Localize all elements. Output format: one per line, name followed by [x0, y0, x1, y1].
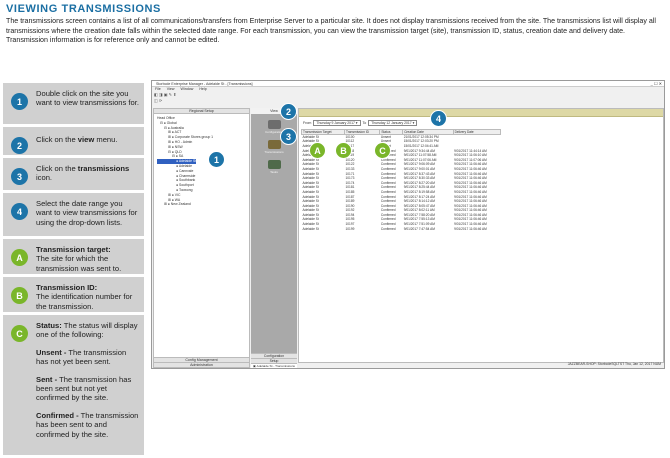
- step-text: Select the date range you want to view t…: [36, 199, 138, 227]
- status-bar: JAZZBEAR-SHOP: StorbcdeSQLTST Thu, Jan 1…: [567, 362, 661, 366]
- column-text: Transmission target: The site for which t…: [36, 245, 122, 273]
- administration-tab[interactable]: Administration: [154, 362, 249, 367]
- transmissions-pane: From Thursday 9 January 2017 ▾ To Thursd…: [298, 108, 664, 363]
- table-cell: 9/01/2017 7:47:54 AM: [403, 226, 435, 231]
- step-1: 1 Double click on the site you want to v…: [3, 83, 144, 124]
- column-badge: C: [11, 325, 28, 342]
- menu-file[interactable]: File: [155, 87, 161, 91]
- step-text: Double click on the site you want to vie…: [36, 89, 139, 108]
- step-badge: 3: [11, 168, 28, 185]
- column-badge: B: [11, 287, 28, 304]
- transmissions-table: Transmission Target Transmission ID Stat…: [300, 129, 502, 231]
- menu-window[interactable]: Window: [181, 87, 194, 91]
- document-tab[interactable]: ▣ Adelaide St - Transmissions: [251, 363, 297, 368]
- nav-label: Transmissions: [264, 150, 284, 154]
- regional-setup-panel: Regional Setup Head Office ⊟ ● Global ⊟ …: [153, 108, 250, 368]
- callout-badge-4: 4: [430, 110, 447, 127]
- step-badge: 4: [11, 203, 28, 220]
- tree-item[interactable]: ⊞ ● New Zealand: [157, 202, 246, 207]
- date-from-label: From: [303, 121, 312, 125]
- step-4: 4 Select the date range you want to view…: [3, 193, 144, 236]
- status-info: C Status: The status will display one of…: [3, 315, 144, 455]
- date-from-select[interactable]: Thursday 9 January 2017 ▾: [313, 120, 361, 126]
- callout-badge-1: 1: [208, 151, 225, 168]
- step-text: Click on the transmissions icon.: [36, 164, 130, 183]
- step-2: 2 Click on the view menu.: [3, 127, 144, 155]
- date-to-label: To: [362, 121, 367, 125]
- pane-header-bar: [299, 109, 663, 117]
- column-info-b: B Transmission ID: The identification num…: [3, 277, 144, 312]
- app-screenshot: Storbcde Enterprise Manager - Adelaide S…: [151, 80, 665, 369]
- window-controls-icon[interactable]: _ ☐ ✕: [651, 81, 662, 86]
- tasks-icon[interactable]: [267, 160, 281, 169]
- instruction-steps: 1 Double click on the site you want to v…: [3, 83, 144, 458]
- table-cell: 10199: [345, 226, 355, 231]
- date-to-select[interactable]: Thursday 12 January 2017 ▾: [368, 120, 418, 126]
- step-text: Click on the view menu.: [36, 135, 118, 144]
- status-text: Status: The status will display one of t…: [36, 321, 139, 439]
- menu-view[interactable]: View: [167, 87, 175, 91]
- nav-label: Tasks: [270, 170, 278, 174]
- table-cell: Confirmed: [380, 226, 396, 231]
- table-row[interactable]: Adelaide St 10199 Confirmed 9/01/2017 7:47:…: [302, 226, 501, 231]
- menu-help[interactable]: Help: [199, 87, 206, 91]
- column-badge: A: [11, 249, 28, 266]
- table-cell: Adelaide St: [302, 226, 319, 231]
- callout-badge-3: 3: [280, 128, 297, 145]
- column-info-a: A Transmission target: The site for which…: [3, 239, 144, 274]
- intro-paragraph: The transmissions screen contains a list…: [6, 17, 656, 45]
- site-tree: Head Office ⊟ ● Global ⊟ ● Australia ⊞ ●…: [154, 114, 249, 209]
- view-nav-column: View Configuration Transmissions Tasks C…: [251, 108, 297, 368]
- configuration-icon[interactable]: [267, 120, 281, 129]
- nav-bottom: Configuration Setup ▣ Adelaide St - Tran…: [251, 353, 297, 368]
- table-body: Adelaide St 10100 Unsent 21/01/2017 12:05:3…: [302, 135, 501, 231]
- column-text: Transmission ID: The identification numbe…: [36, 283, 133, 311]
- step-badge: 2: [11, 137, 28, 154]
- table-cell: 9/01/2017 11:06:46 AM: [454, 226, 487, 231]
- callout-badge-b: B: [335, 142, 352, 159]
- step-badge: 1: [11, 93, 28, 110]
- callout-badge-a: A: [309, 142, 326, 159]
- callout-badge-2: 2: [280, 103, 297, 120]
- step-3: 3 Click on the transmissions icon.: [3, 158, 144, 190]
- toolbar-secondary-icons[interactable]: ◫ ⟳: [152, 98, 664, 106]
- page-title: VIEWING TRANSMISSIONS: [6, 3, 161, 15]
- date-range-row: From Thursday 9 January 2017 ▾ To Thursd…: [299, 117, 663, 129]
- transmissions-icon[interactable]: [267, 140, 281, 149]
- callout-badge-c: C: [374, 142, 391, 159]
